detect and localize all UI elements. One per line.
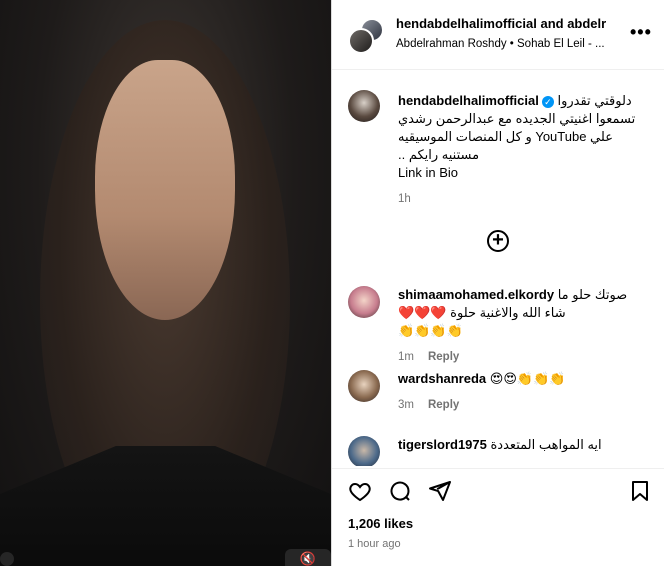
comment-text: شاء الله والاغنية حلوة ❤️❤️❤️ <box>398 305 566 320</box>
comment-item: tigerslord1975 ايه المواهب المتعددة <box>348 436 653 466</box>
verified-badge-icon: ✓ <box>541 95 554 108</box>
reply-button[interactable]: Reply <box>428 399 459 411</box>
audio-attribution-link[interactable]: Abdelrahman Roshdy • Sohab El Leil - ... <box>396 38 618 50</box>
video-corner-indicator <box>0 552 14 566</box>
post-video[interactable]: 🔇 <box>0 0 331 566</box>
comment-username[interactable]: tigerslord1975 <box>398 437 487 452</box>
caption-text-line: Link in Bio <box>398 165 458 180</box>
avatar[interactable] <box>348 286 380 318</box>
plus-circle-icon[interactable]: + <box>487 230 509 252</box>
comment-time[interactable]: 1m <box>398 351 414 363</box>
avatar[interactable] <box>348 370 380 402</box>
comment-text: 😍😍👏👏👏 <box>489 371 566 386</box>
mute-button[interactable]: 🔇 <box>285 549 331 566</box>
comment-username[interactable]: shimaamohamed.elkordy <box>398 287 554 302</box>
more-horizontal-icon[interactable]: ••• <box>630 22 652 43</box>
comment-username[interactable]: wardshanreda <box>398 371 486 386</box>
avatar[interactable] <box>348 90 380 122</box>
heart-icon[interactable] <box>348 479 372 503</box>
post-header: hendabdelhalimofficial and abdelr Abdelr… <box>332 0 664 70</box>
caption-text-line: تسمعوا اغنيتي الجديده مع عبدالرحمن رشدي <box>398 111 636 126</box>
post-timestamp[interactable]: 1 hour ago <box>348 538 401 550</box>
reply-button[interactable]: Reply <box>428 351 459 363</box>
caption-text-line: مستنيه رايكم .. <box>398 147 480 162</box>
post-actions-bar <box>332 468 664 508</box>
comment-text: صوتك حلو ما <box>557 287 628 302</box>
caption-username[interactable]: hendabdelhalimofficial <box>398 93 539 108</box>
comment-text: 👏👏👏👏 <box>398 323 463 338</box>
caption-time[interactable]: 1h <box>398 193 411 205</box>
post-side-panel: hendabdelhalimofficial and abdelr Abdelr… <box>331 0 664 566</box>
comment-icon[interactable] <box>388 479 412 503</box>
caption-text-line: دلوقتي تقدروا <box>557 93 632 108</box>
caption-text-line: علي YouTube و كل المنصات الموسيقيه <box>398 129 613 144</box>
video-face-shape <box>95 60 235 320</box>
send-icon[interactable] <box>428 479 452 503</box>
video-clothing-shape <box>0 446 331 566</box>
post-author-title[interactable]: hendabdelhalimofficial and abdelr <box>396 16 618 31</box>
avatar[interactable] <box>348 436 380 466</box>
comment-text: ايه المواهب المتعددة <box>490 437 602 452</box>
comment-time[interactable]: 3m <box>398 399 414 411</box>
avatar <box>348 28 374 54</box>
collab-avatars[interactable] <box>348 18 384 54</box>
speaker-muted-icon: 🔇 <box>299 551 317 566</box>
bookmark-icon[interactable] <box>628 479 652 503</box>
likes-count[interactable]: 1,206 likes <box>348 516 413 531</box>
